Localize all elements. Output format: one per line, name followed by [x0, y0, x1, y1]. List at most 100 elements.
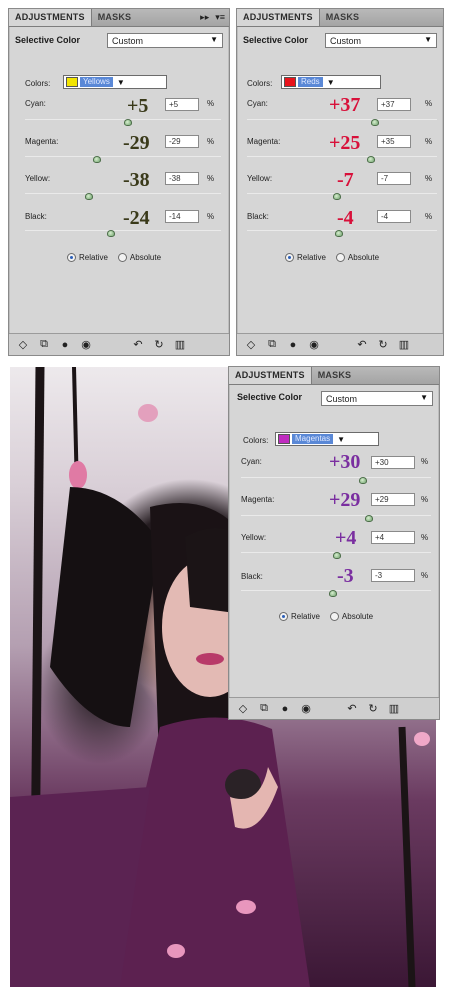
eye-icon[interactable]: ◉ — [80, 338, 92, 351]
panel-menu-icon[interactable]: ▾≡ — [215, 12, 225, 23]
eye-icon[interactable]: ◉ — [300, 702, 312, 715]
yellow-field[interactable]: -7 — [377, 172, 411, 185]
radio-unselected-icon — [117, 253, 127, 262]
magenta-slider-thumb[interactable] — [367, 156, 375, 163]
black-slider-track[interactable] — [25, 230, 221, 231]
yellow-slider-thumb[interactable] — [85, 193, 93, 200]
slider-label-black: Black: — [241, 572, 263, 581]
cyan-slider-thumb[interactable] — [124, 119, 132, 126]
link-icon[interactable]: ⧉ — [38, 338, 50, 351]
magenta-annotation: +29 — [329, 489, 361, 511]
magenta-slider-track[interactable] — [241, 515, 431, 516]
cyan-field[interactable]: +30 — [371, 456, 415, 469]
magenta-slider-track[interactable] — [247, 156, 437, 157]
absolute-radio[interactable]: Absolute — [335, 253, 379, 262]
preset-dropdown[interactable]: Custom ▼ — [107, 33, 223, 48]
percent-label: % — [421, 533, 429, 542]
absolute-radio[interactable]: Absolute — [117, 253, 161, 262]
mask-icon[interactable]: ● — [59, 339, 71, 351]
mask-icon[interactable]: ● — [279, 703, 291, 715]
trash-icon[interactable]: ▥ — [398, 338, 410, 351]
radio-unselected-icon — [335, 253, 345, 262]
cyan-slider-track[interactable] — [241, 477, 431, 478]
percent-label: % — [425, 174, 433, 183]
adjustment-title: Selective Color — [243, 35, 309, 45]
yellow-field[interactable]: -38 — [165, 172, 199, 185]
trash-icon[interactable]: ▥ — [388, 702, 400, 715]
percent-label: % — [421, 495, 429, 504]
yellow-slider-track[interactable] — [247, 193, 437, 194]
preset-dropdown[interactable]: Custom ▼ — [325, 33, 437, 48]
collapse-icon[interactable]: ▸▸ — [200, 12, 209, 23]
tab-adjustments[interactable]: ADJUSTMENTS — [229, 367, 312, 384]
yellow-slider-track[interactable] — [25, 193, 221, 194]
black-field[interactable]: -14 — [165, 210, 199, 223]
redo-icon[interactable]: ↻ — [377, 338, 389, 351]
cyan-slider-thumb[interactable] — [359, 477, 367, 484]
cyan-field[interactable]: +5 — [165, 98, 199, 111]
layer-icon[interactable]: ◇ — [17, 338, 29, 351]
relative-label: Relative — [291, 612, 320, 621]
relative-radio[interactable]: Relative — [279, 612, 320, 621]
magenta-field[interactable]: +35 — [377, 135, 411, 148]
mask-icon[interactable]: ● — [287, 339, 299, 351]
panel-menu-icons[interactable]: ▸▸ ▾≡ — [200, 12, 225, 23]
mode-radio-group: Relative Absolute — [285, 253, 379, 262]
magenta-slider-track[interactable] — [25, 156, 221, 157]
colors-label: Colors: — [25, 79, 51, 88]
magenta-annotation: +25 — [329, 132, 361, 154]
redo-icon[interactable]: ↻ — [153, 338, 165, 351]
tab-adjustments[interactable]: ADJUSTMENTS — [9, 9, 92, 26]
mode-radio-group: Relative Absolute — [279, 612, 373, 621]
yellow-field[interactable]: +4 — [371, 531, 415, 544]
yellow-slider-thumb[interactable] — [333, 193, 341, 200]
yellow-slider-thumb[interactable] — [333, 552, 341, 559]
black-field[interactable]: -4 — [377, 210, 411, 223]
yellow-annotation: +4 — [335, 527, 357, 549]
magenta-field[interactable]: -29 — [165, 135, 199, 148]
colors-select[interactable]: Magentas ▼ — [275, 432, 379, 446]
mode-radio-group: Relative Absolute — [67, 253, 161, 262]
colors-select[interactable]: Yellows ▼ — [63, 75, 167, 89]
link-icon[interactable]: ⧉ — [266, 338, 278, 351]
cyan-slider-track[interactable] — [247, 119, 437, 120]
black-slider-thumb[interactable] — [335, 230, 343, 237]
relative-label: Relative — [79, 253, 108, 262]
cyan-slider-thumb[interactable] — [371, 119, 379, 126]
percent-label: % — [207, 174, 215, 183]
cyan-annotation: +37 — [329, 94, 361, 116]
reset-icon[interactable]: ↶ — [132, 338, 144, 351]
tab-masks[interactable]: MASKS — [312, 367, 358, 384]
tab-masks[interactable]: MASKS — [92, 9, 138, 26]
panel-header: ADJUSTMENTS MASKS — [237, 9, 443, 27]
colors-select[interactable]: Reds ▼ — [281, 75, 381, 89]
cyan-slider-track[interactable] — [25, 119, 221, 120]
adjustments-panel-yellows: ADJUSTMENTS MASKS ▸▸ ▾≡ Selective Color C… — [8, 8, 230, 356]
adjustments-panel-magentas: ADJUSTMENTS MASKS Selective Color Custom… — [228, 366, 440, 720]
trash-icon[interactable]: ▥ — [174, 338, 186, 351]
magenta-field[interactable]: +29 — [371, 493, 415, 506]
black-annotation: -4 — [337, 207, 354, 229]
magenta-slider-thumb[interactable] — [93, 156, 101, 163]
relative-radio[interactable]: Relative — [285, 253, 326, 262]
cyan-field[interactable]: +37 — [377, 98, 411, 111]
layer-icon[interactable]: ◇ — [237, 702, 249, 715]
relative-radio[interactable]: Relative — [67, 253, 108, 262]
absolute-radio[interactable]: Absolute — [329, 612, 373, 621]
slider-label-yellow: Yellow: — [247, 174, 273, 183]
radio-selected-icon — [285, 253, 294, 262]
tab-masks[interactable]: MASKS — [320, 9, 366, 26]
eye-icon[interactable]: ◉ — [308, 338, 320, 351]
redo-icon[interactable]: ↻ — [367, 702, 379, 715]
link-icon[interactable]: ⧉ — [258, 702, 270, 715]
layer-icon[interactable]: ◇ — [245, 338, 257, 351]
reset-icon[interactable]: ↶ — [356, 338, 368, 351]
magenta-slider-thumb[interactable] — [365, 515, 373, 522]
preset-dropdown[interactable]: Custom ▼ — [321, 391, 433, 406]
tab-adjustments[interactable]: ADJUSTMENTS — [237, 9, 320, 26]
slider-label-magenta: Magenta: — [241, 495, 275, 504]
reset-icon[interactable]: ↶ — [346, 702, 358, 715]
black-slider-thumb[interactable] — [329, 590, 337, 597]
black-slider-thumb[interactable] — [107, 230, 115, 237]
black-field[interactable]: -3 — [371, 569, 415, 582]
